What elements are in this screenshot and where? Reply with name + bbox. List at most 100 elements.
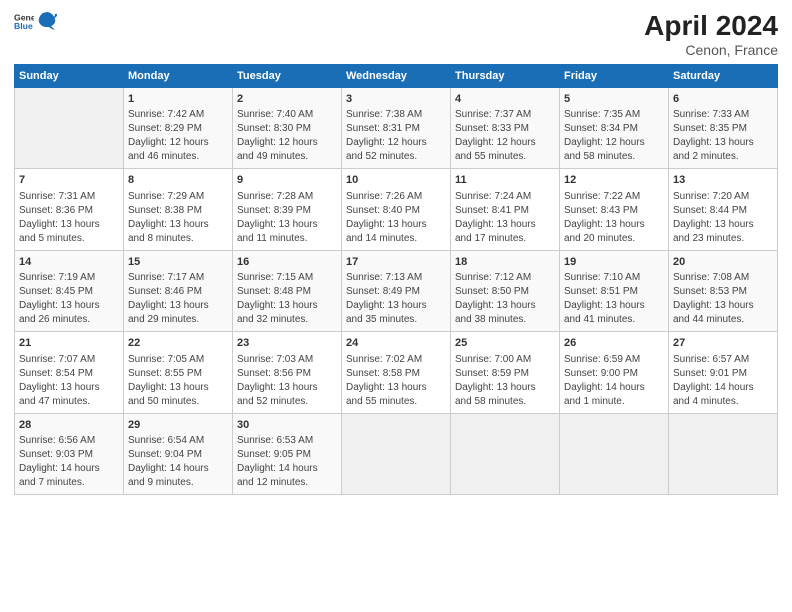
day-cell: 11Sunrise: 7:24 AMSunset: 8:41 PMDayligh…	[451, 169, 560, 250]
main-title: April 2024	[644, 10, 778, 42]
daylight: Daylight: 13 hours and 23 minutes.	[673, 219, 754, 244]
col-friday: Friday	[560, 65, 669, 88]
col-tuesday: Tuesday	[233, 65, 342, 88]
daylight: Daylight: 13 hours and 52 minutes.	[237, 382, 318, 407]
day-number: 15	[128, 255, 228, 270]
sunset: Sunset: 8:50 PM	[455, 286, 529, 297]
sunset: Sunset: 8:49 PM	[346, 286, 420, 297]
week-row-0: 1Sunrise: 7:42 AMSunset: 8:29 PMDaylight…	[15, 88, 778, 169]
sunrise: Sunrise: 7:03 AM	[237, 354, 313, 365]
daylight: Daylight: 13 hours and 17 minutes.	[455, 219, 536, 244]
sunset: Sunset: 8:54 PM	[19, 368, 93, 379]
sunrise: Sunrise: 7:10 AM	[564, 272, 640, 283]
day-cell: 15 Sunrise: 7:17 AM Sunset: 8:46 PM Dayligh…	[124, 250, 233, 331]
daylight: Daylight: 13 hours and 38 minutes.	[455, 300, 536, 325]
sunrise: Sunrise: 7:19 AM	[19, 272, 95, 283]
sunset: Sunset: 8:44 PM	[673, 205, 747, 216]
day-cell: 16Sunrise: 7:15 AMSunset: 8:48 PMDayligh…	[233, 250, 342, 331]
day-number: 16	[237, 255, 337, 270]
day-cell: 5Sunrise: 7:35 AMSunset: 8:34 PMDaylight…	[560, 88, 669, 169]
day-number: 11	[455, 173, 555, 188]
col-monday: Monday	[124, 65, 233, 88]
day-cell: 12Sunrise: 7:22 AMSunset: 8:43 PMDayligh…	[560, 169, 669, 250]
day-cell: 26Sunrise: 6:59 AMSunset: 9:00 PMDayligh…	[560, 332, 669, 413]
day-cell: 29Sunrise: 6:54 AMSunset: 9:04 PMDayligh…	[124, 413, 233, 494]
daylight: Daylight: 14 hours and 9 minutes.	[128, 463, 209, 488]
day-cell: 17Sunrise: 7:13 AMSunset: 8:49 PMDayligh…	[342, 250, 451, 331]
day-cell: 10Sunrise: 7:26 AMSunset: 8:40 PMDayligh…	[342, 169, 451, 250]
daylight: Daylight: 14 hours and 7 minutes.	[19, 463, 100, 488]
sunrise: Sunrise: 7:29 AM	[128, 191, 204, 202]
day-cell: 4Sunrise: 7:37 AMSunset: 8:33 PMDaylight…	[451, 88, 560, 169]
day-number: 13	[673, 173, 773, 188]
sunset: Sunset: 8:33 PM	[455, 123, 529, 134]
sunset: Sunset: 9:04 PM	[128, 449, 202, 460]
daylight: Daylight: 12 hours and 49 minutes.	[237, 137, 318, 162]
sunrise: Sunrise: 7:20 AM	[673, 191, 749, 202]
daylight: Daylight: 12 hours and 55 minutes.	[455, 137, 536, 162]
sunrise: Sunrise: 7:37 AM	[455, 109, 531, 120]
day-number: 7	[19, 173, 119, 188]
sunrise: Sunrise: 7:28 AM	[237, 191, 313, 202]
daylight: Daylight: 13 hours and 35 minutes.	[346, 300, 427, 325]
calendar-table: Sunday Monday Tuesday Wednesday Thursday…	[14, 64, 778, 495]
sunrise: Sunrise: 7:07 AM	[19, 354, 95, 365]
sunset: Sunset: 8:53 PM	[673, 286, 747, 297]
sunrise: Sunrise: 7:00 AM	[455, 354, 531, 365]
daylight: Daylight: 13 hours and 47 minutes.	[19, 382, 100, 407]
sunrise: Sunrise: 6:53 AM	[237, 435, 313, 446]
daylight: Daylight: 12 hours and 46 minutes.	[128, 137, 209, 162]
title-block: April 2024 Cenon, France	[644, 10, 778, 58]
sunset: Sunset: 8:48 PM	[237, 286, 311, 297]
daylight: Daylight: 13 hours and 32 minutes.	[237, 300, 318, 325]
sunrise: Sunrise: 7:31 AM	[19, 191, 95, 202]
day-cell: 22Sunrise: 7:05 AMSunset: 8:55 PMDayligh…	[124, 332, 233, 413]
day-cell: 30Sunrise: 6:53 AMSunset: 9:05 PMDayligh…	[233, 413, 342, 494]
daylight: Daylight: 13 hours and 2 minutes.	[673, 137, 754, 162]
sunset: Sunset: 8:43 PM	[564, 205, 638, 216]
day-number: 30	[237, 418, 337, 433]
day-number: 6	[673, 92, 773, 107]
sunrise: Sunrise: 7:08 AM	[673, 272, 749, 283]
daylight: Daylight: 13 hours and 29 minutes.	[128, 300, 209, 325]
sunset: Sunset: 8:35 PM	[673, 123, 747, 134]
sunrise: Sunrise: 7:12 AM	[455, 272, 531, 283]
day-number: 24	[346, 336, 446, 351]
header-row: Sunday Monday Tuesday Wednesday Thursday…	[15, 65, 778, 88]
sunset: Sunset: 8:56 PM	[237, 368, 311, 379]
sunrise: Sunrise: 7:17 AM	[128, 272, 204, 283]
sunset: Sunset: 8:36 PM	[19, 205, 93, 216]
day-cell: 6Sunrise: 7:33 AMSunset: 8:35 PMDaylight…	[669, 88, 778, 169]
day-number: 26	[564, 336, 664, 351]
sunset: Sunset: 8:31 PM	[346, 123, 420, 134]
week-row-4: 28Sunrise: 6:56 AMSunset: 9:03 PMDayligh…	[15, 413, 778, 494]
day-number: 23	[237, 336, 337, 351]
day-number: 25	[455, 336, 555, 351]
sunrise: Sunrise: 7:40 AM	[237, 109, 313, 120]
daylight: Daylight: 13 hours and 58 minutes.	[455, 382, 536, 407]
sunrise: Sunrise: 6:57 AM	[673, 354, 749, 365]
day-number: 2	[237, 92, 337, 107]
week-row-2: 14Sunrise: 7:19 AMSunset: 8:45 PMDayligh…	[15, 250, 778, 331]
sunset: Sunset: 8:34 PM	[564, 123, 638, 134]
sunset: Sunset: 8:59 PM	[455, 368, 529, 379]
day-cell	[451, 413, 560, 494]
daylight: Daylight: 13 hours and 20 minutes.	[564, 219, 645, 244]
daylight: Daylight: 13 hours and 55 minutes.	[346, 382, 427, 407]
sunrise: Sunrise: 7:38 AM	[346, 109, 422, 120]
sunset: Sunset: 8:39 PM	[237, 205, 311, 216]
day-cell: 23 Sunrise: 7:03 AM Sunset: 8:56 PM Dayligh…	[233, 332, 342, 413]
sunset: Sunset: 8:40 PM	[346, 205, 420, 216]
sunrise: Sunrise: 7:22 AM	[564, 191, 640, 202]
day-cell: 20Sunrise: 7:08 AMSunset: 8:53 PMDayligh…	[669, 250, 778, 331]
daylight: Daylight: 13 hours and 41 minutes.	[564, 300, 645, 325]
sunset: Sunset: 8:46 PM	[128, 286, 202, 297]
daylight: Daylight: 14 hours and 4 minutes.	[673, 382, 754, 407]
daylight: Daylight: 12 hours and 58 minutes.	[564, 137, 645, 162]
daylight: Daylight: 13 hours and 14 minutes.	[346, 219, 427, 244]
col-saturday: Saturday	[669, 65, 778, 88]
sunset: Sunset: 8:30 PM	[237, 123, 311, 134]
day-number: 9	[237, 173, 337, 188]
day-number: 5	[564, 92, 664, 107]
day-number: 28	[19, 418, 119, 433]
